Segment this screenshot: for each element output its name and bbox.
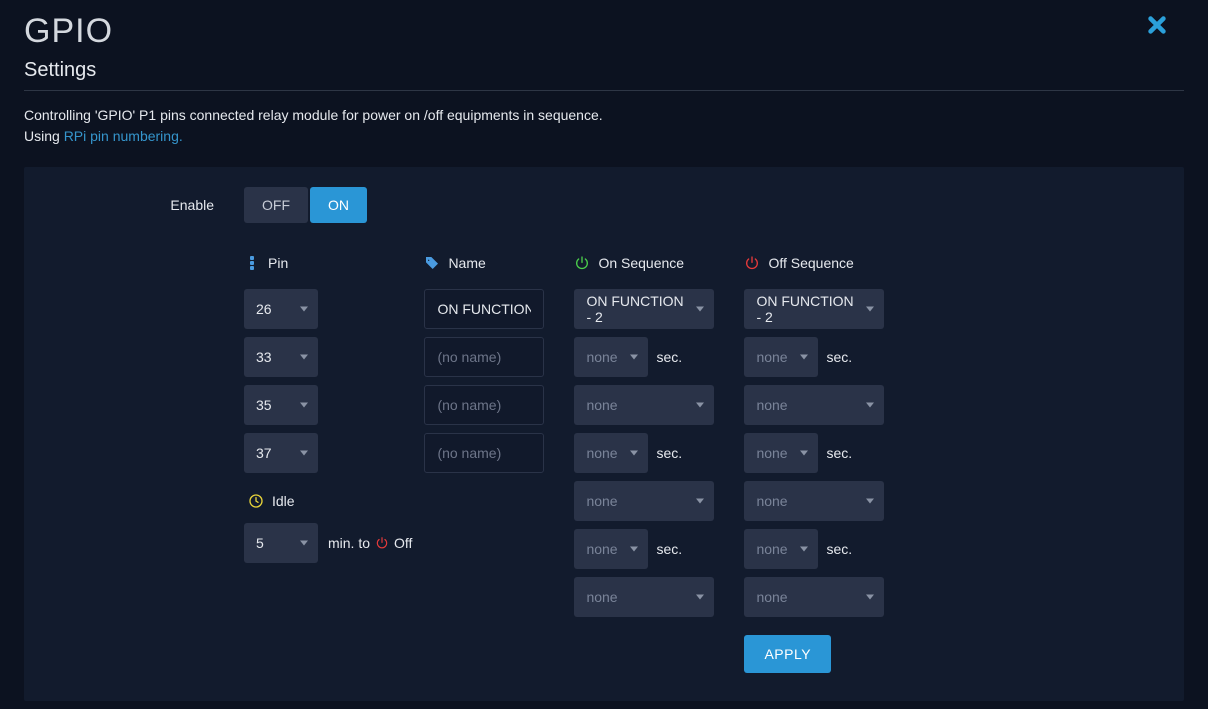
apply-button[interactable]: APPLY	[744, 635, 831, 673]
sec-label: sec.	[826, 541, 852, 557]
pin-header-label: Pin	[268, 255, 288, 271]
close-icon[interactable]	[1146, 14, 1168, 39]
on-seq-select-2[interactable]: none	[574, 385, 714, 425]
on-seq-select-4[interactable]: none	[574, 481, 714, 521]
pin-icon	[244, 255, 260, 271]
sec-label: sec.	[826, 349, 852, 365]
name-header: Name	[424, 255, 544, 271]
pin-select-1[interactable]: 33	[244, 337, 318, 377]
name-input-0[interactable]	[424, 289, 544, 329]
name-input-2[interactable]	[424, 385, 544, 425]
pin-header: Pin	[244, 255, 412, 271]
enable-label: Enable	[24, 197, 244, 213]
enable-on-button[interactable]: ON	[310, 187, 367, 223]
name-input-3[interactable]	[424, 433, 544, 473]
rpi-pin-numbering-link[interactable]: RPi pin numbering.	[64, 128, 183, 144]
settings-panel: Enable OFF ON Pin 26 33 35 37 Idle 5 mi	[24, 167, 1184, 701]
name-column: Name	[424, 255, 544, 673]
on-seq-delay-5[interactable]: none	[574, 529, 648, 569]
off-sequence-header-label: Off Sequence	[768, 255, 853, 271]
clock-icon	[248, 493, 264, 509]
pin-select-2[interactable]: 35	[244, 385, 318, 425]
on-seq-delay-1[interactable]: none	[574, 337, 648, 377]
pin-column: Pin 26 33 35 37 Idle 5 min. to Off	[244, 255, 412, 673]
name-input-1[interactable]	[424, 337, 544, 377]
on-seq-select-0[interactable]: ON FUNCTION - 2	[574, 289, 714, 329]
sec-label: sec.	[826, 445, 852, 461]
pin-select-3[interactable]: 37	[244, 433, 318, 473]
off-seq-select-6[interactable]: none	[744, 577, 884, 617]
off-sequence-column: Off Sequence ON FUNCTION - 2 none sec. no…	[744, 255, 884, 673]
on-sequence-header: On Sequence	[574, 255, 714, 271]
enable-toggle: OFF ON	[244, 187, 367, 223]
power-off-icon	[744, 255, 760, 271]
off-seq-delay-5[interactable]: none	[744, 529, 818, 569]
idle-header-label: Idle	[272, 493, 295, 509]
sec-label: sec.	[656, 541, 682, 557]
enable-off-button[interactable]: OFF	[244, 187, 308, 223]
desc-line1: Controlling 'GPIO' P1 pins connected rel…	[24, 107, 603, 123]
description: Controlling 'GPIO' P1 pins connected rel…	[24, 91, 1184, 153]
enable-row: Enable OFF ON	[24, 187, 1184, 223]
tag-icon	[424, 255, 440, 271]
settings-heading: Settings	[24, 59, 1184, 91]
name-header-label: Name	[448, 255, 485, 271]
on-seq-delay-3[interactable]: none	[574, 433, 648, 473]
on-sequence-column: On Sequence ON FUNCTION - 2 none sec. non…	[574, 255, 714, 673]
off-seq-select-4[interactable]: none	[744, 481, 884, 521]
idle-suffix: min. to Off	[328, 535, 412, 551]
sec-label: sec.	[656, 445, 682, 461]
power-on-icon	[574, 255, 590, 271]
off-seq-delay-1[interactable]: none	[744, 337, 818, 377]
on-sequence-header-label: On Sequence	[598, 255, 684, 271]
on-seq-select-6[interactable]: none	[574, 577, 714, 617]
off-seq-select-2[interactable]: none	[744, 385, 884, 425]
idle-header: Idle	[248, 493, 412, 509]
pin-select-0[interactable]: 26	[244, 289, 318, 329]
sec-label: sec.	[656, 349, 682, 365]
off-seq-delay-3[interactable]: none	[744, 433, 818, 473]
off-sequence-header: Off Sequence	[744, 255, 884, 271]
power-icon	[375, 536, 389, 550]
idle-select[interactable]: 5	[244, 523, 318, 563]
off-seq-select-0[interactable]: ON FUNCTION - 2	[744, 289, 884, 329]
page-title: GPIO	[24, 0, 1184, 59]
desc-using: Using	[24, 128, 64, 144]
